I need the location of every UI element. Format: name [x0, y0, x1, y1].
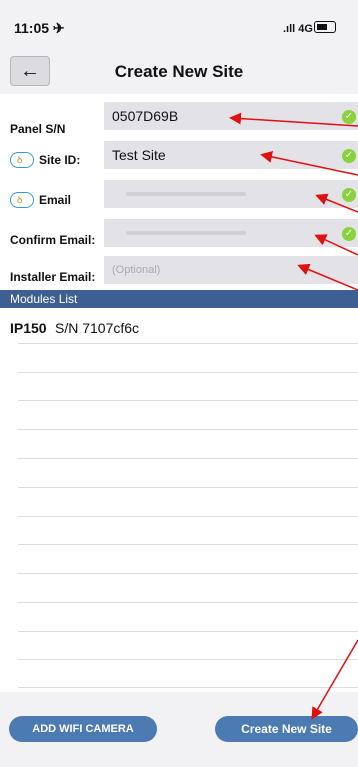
- cloud-icon[interactable]: ꝺ: [10, 192, 34, 208]
- email-label: Email: [39, 193, 72, 207]
- panel-sn-label: Panel S/N: [10, 122, 66, 136]
- divider: [18, 573, 358, 574]
- confirm-email-label: Confirm Email:: [10, 233, 96, 247]
- divider: [18, 687, 358, 688]
- module-serial: S/N 7107cf6c: [55, 320, 140, 336]
- status-bar: 11:05 ✈ .ıll 4G: [0, 0, 358, 40]
- modules-list-header: Modules List: [0, 290, 358, 308]
- bottom-bar: ADD WIFI CAMERA Create New Site: [0, 692, 358, 767]
- check-icon: ✓: [342, 110, 356, 124]
- network-type: 4G: [298, 23, 313, 35]
- site-id-label: Site ID:: [39, 153, 81, 167]
- divider: [18, 659, 358, 660]
- divider: [18, 631, 358, 632]
- email-field[interactable]: [104, 180, 358, 208]
- nav-bar: ← Create New Site: [0, 48, 358, 94]
- check-icon: ✓: [342, 188, 356, 202]
- divider: [18, 458, 358, 459]
- signal-indicator: .ıll 4G: [283, 23, 313, 35]
- site-id-field[interactable]: Test Site: [104, 141, 358, 169]
- modules-list: [0, 342, 358, 692]
- installer-email-field[interactable]: (Optional): [104, 256, 358, 284]
- divider: [18, 372, 358, 373]
- module-type: IP150: [10, 320, 47, 336]
- add-wifi-camera-button[interactable]: ADD WIFI CAMERA: [9, 716, 157, 742]
- divider: [18, 602, 358, 603]
- divider: [18, 487, 358, 488]
- panel-sn-field[interactable]: 0507D69B: [104, 102, 358, 130]
- status-time: 11:05 ✈: [14, 20, 65, 36]
- battery-icon: [314, 21, 336, 33]
- redacted-text: [126, 192, 246, 196]
- installer-email-label: Installer Email:: [10, 270, 96, 284]
- cloud-icon[interactable]: ꝺ: [10, 152, 34, 168]
- page-title: Create New Site: [114, 62, 244, 81]
- site-id-value: Test Site: [112, 147, 166, 163]
- create-new-site-button[interactable]: Create New Site: [215, 716, 358, 742]
- confirm-email-field[interactable]: [104, 219, 358, 247]
- divider: [18, 343, 358, 344]
- list-item[interactable]: IP150 S/N 7107cf6c: [0, 308, 358, 342]
- divider: [18, 516, 358, 517]
- panel-sn-value: 0507D69B: [112, 108, 179, 124]
- check-icon: ✓: [342, 149, 356, 163]
- divider: [18, 544, 358, 545]
- divider: [18, 400, 358, 401]
- installer-email-placeholder: (Optional): [112, 264, 161, 276]
- divider: [18, 429, 358, 430]
- check-icon: ✓: [342, 227, 356, 241]
- site-form: Panel S/N 0507D69B ✓ ꝺ Site ID: Test Sit…: [0, 94, 358, 290]
- redacted-text: [126, 231, 246, 235]
